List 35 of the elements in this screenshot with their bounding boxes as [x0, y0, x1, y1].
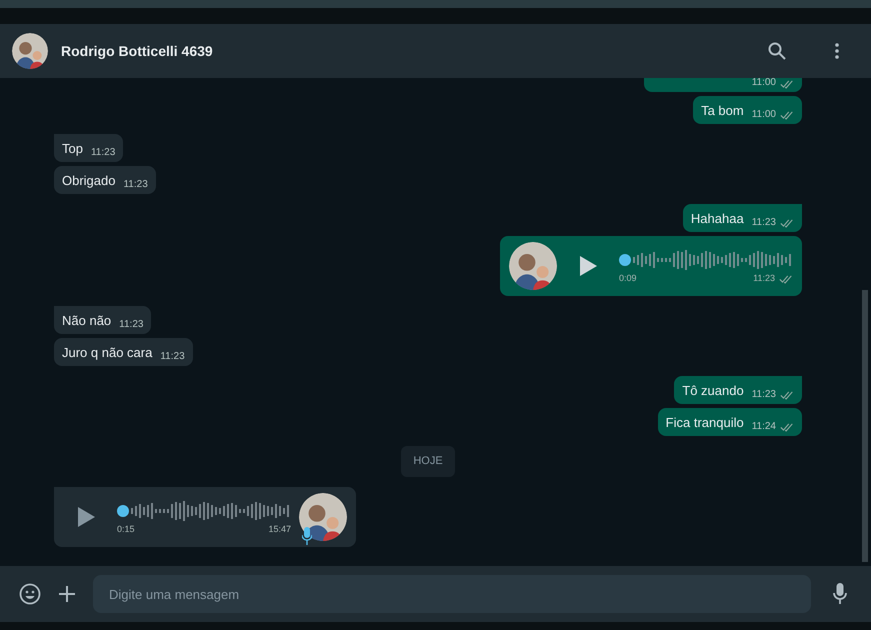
- message-text: Ta bom: [701, 102, 744, 119]
- message-time: 15:47: [268, 522, 291, 536]
- message-time: 11:23: [160, 350, 185, 364]
- search-icon[interactable]: [768, 42, 786, 60]
- contact-avatar: [299, 492, 347, 540]
- play-icon[interactable]: [577, 255, 599, 277]
- voice-position: 0:15: [117, 522, 135, 536]
- play-icon[interactable]: [75, 506, 97, 528]
- microphone-icon[interactable]: [833, 583, 847, 605]
- message-text: Fica tranquilo: [666, 414, 744, 431]
- message-time: 11:00: [752, 77, 776, 89]
- microphone-icon: [302, 526, 312, 544]
- message-time: 11:23: [752, 216, 776, 230]
- message-time: 11:00: [752, 108, 776, 122]
- message-text: Juro q não cara: [62, 344, 152, 361]
- message-time: 11:23: [90, 146, 116, 160]
- more-options-icon[interactable]: [835, 43, 839, 59]
- message-text: Obrigado: [62, 172, 116, 189]
- plus-icon[interactable]: [58, 585, 76, 603]
- message-time: 11:24: [752, 420, 776, 434]
- message-time: 11:23: [123, 178, 148, 192]
- contact-name[interactable]: Rodrigo Botticelli 4639: [61, 40, 755, 62]
- emoji-icon[interactable]: [19, 583, 41, 605]
- message-text: Hahahaa: [690, 210, 744, 227]
- message-time: 11:23: [753, 272, 775, 286]
- contact-avatar: [509, 242, 557, 290]
- message-time: 11:23: [752, 388, 776, 402]
- voice-position: 0:09: [619, 272, 637, 286]
- message-text: Não não: [62, 312, 112, 329]
- message-input[interactable]: Digite uma mensagem: [93, 575, 811, 613]
- message-time: 11:23: [119, 318, 144, 332]
- message-text: Top: [62, 140, 83, 157]
- message-text: Tô zuando: [682, 382, 744, 399]
- contact-avatar: [12, 33, 48, 69]
- scrollbar[interactable]: [862, 290, 868, 562]
